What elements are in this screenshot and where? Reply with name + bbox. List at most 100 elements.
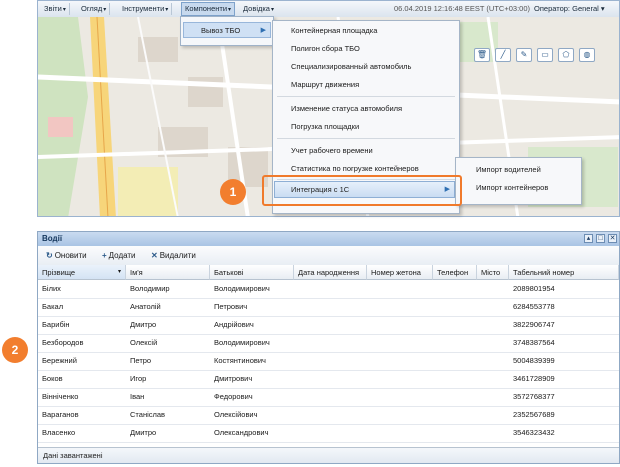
table-row[interactable]: Власенко Дмитро Олександрович 3546323432 xyxy=(38,424,619,443)
cell-employee-id: 3822906747 xyxy=(513,320,555,329)
drivers-titlebar: Водії ▴ □ ✕ xyxy=(38,232,619,247)
refresh-button[interactable]: ↻ Оновити xyxy=(46,250,87,261)
column-header-employee-id[interactable]: Табельний номер xyxy=(509,265,619,280)
column-header-surname[interactable]: Прізвище ▾ xyxy=(38,265,126,280)
table-row[interactable]: Бакал Анатолій Петрович 6284553778 xyxy=(38,298,619,317)
table-row[interactable]: Вараганов Станіслав Олексійович 2352567689 xyxy=(38,406,619,425)
menu-item-route[interactable]: Маршрут движения xyxy=(291,80,359,90)
menu-separator xyxy=(277,138,455,139)
menu-item-container-stats[interactable]: Статистика по погрузке контейнеров xyxy=(291,164,419,174)
close-icon[interactable]: ✕ xyxy=(608,234,617,243)
menu-item-waste-removal[interactable]: Вывоз ТБО ▶ xyxy=(183,22,271,38)
cell-surname: Вінніченко xyxy=(42,392,79,401)
polygon-icon[interactable]: ⬠ xyxy=(558,48,574,62)
cell-surname: Безбородов xyxy=(42,338,84,347)
plus-icon: + xyxy=(102,251,107,260)
column-header-city[interactable]: Місто xyxy=(477,265,509,280)
menu-tools[interactable]: Інструменти▾ xyxy=(119,3,173,15)
cell-name: Игор xyxy=(130,374,147,383)
table-row[interactable]: Барибін Дмитро Андрійович 3822906747 xyxy=(38,316,619,335)
cell-surname: Барибін xyxy=(42,320,70,329)
button-label: Видалити xyxy=(159,251,196,260)
menu-help[interactable]: Довідка▾ xyxy=(240,3,277,15)
cell-surname: Власенко xyxy=(42,428,76,437)
table-row[interactable]: Бережний Петро Костянтинович 5004839399 xyxy=(38,352,619,371)
menu-item-landfill[interactable]: Полигон сбора ТБО xyxy=(291,44,360,54)
add-button[interactable]: + Додати xyxy=(102,250,136,261)
cell-name: Петро xyxy=(130,356,152,365)
cell-patronymic: Андрійович xyxy=(214,320,254,329)
cell-name: Володимир xyxy=(130,284,170,293)
menu-item-import-drivers[interactable]: Импорт водителей xyxy=(476,165,541,175)
menu-item-site-loading[interactable]: Погрузка площадки xyxy=(291,122,359,132)
chevron-down-icon: ▾ xyxy=(103,7,107,13)
cell-surname: Вараганов xyxy=(42,410,79,419)
comment-icon[interactable]: ▭ xyxy=(537,48,553,62)
callout-highlight xyxy=(262,175,462,206)
ruler-icon[interactable]: ╱ xyxy=(495,48,511,62)
chevron-down-icon: ▾ xyxy=(228,7,232,13)
menu-separator xyxy=(277,96,455,97)
menu-view[interactable]: Огляд▾ xyxy=(78,3,111,15)
menu-item-label: Вывоз ТБО xyxy=(201,26,241,35)
table-row[interactable]: Вінніченко Іван Федорович 3572768377 xyxy=(38,388,619,407)
menu-label: Інструменти xyxy=(122,4,165,13)
cell-employee-id: 5004839399 xyxy=(513,356,555,365)
maximize-icon[interactable]: □ xyxy=(596,234,605,243)
menu-item-work-time[interactable]: Учет рабочего времени xyxy=(291,146,373,156)
components-dropdown: Вывоз ТБО ▶ xyxy=(180,16,274,46)
chevron-down-icon: ▾ xyxy=(598,4,605,13)
edit-icon[interactable]: ✎ xyxy=(516,48,532,62)
button-label: Додати xyxy=(108,251,136,260)
column-header-label: Прізвище xyxy=(42,268,76,277)
menu-label: Огляд xyxy=(81,4,103,13)
collapse-icon[interactable]: ▴ xyxy=(584,234,593,243)
cell-name: Дмитро xyxy=(130,320,157,329)
refresh-icon: ↻ xyxy=(46,251,53,260)
column-header-badge-number[interactable]: Номер жетона xyxy=(367,265,433,280)
table-row[interactable]: Білих Володимир Володимирович 2089801954 xyxy=(38,280,619,299)
datetime-display: 06.04.2019 12:16:48 EEST (UTC+03:00) xyxy=(394,4,530,13)
globe-icon[interactable]: ◍ xyxy=(579,48,595,62)
trash-icon[interactable]: 🗑 xyxy=(474,48,490,62)
menu-item-vehicle-status[interactable]: Изменение статуса автомобиля xyxy=(291,104,402,114)
cell-patronymic: Володимирович xyxy=(214,338,270,347)
cell-surname: Боков xyxy=(42,374,63,383)
operator-selector[interactable]: Оператор: General ▾ xyxy=(534,3,605,15)
menu-bar: Звіти▾ Огляд▾ Інструменти▾ Компоненти▾ Д… xyxy=(38,1,619,18)
cell-name: Олексій xyxy=(130,338,158,347)
cell-patronymic: Володимирович xyxy=(214,284,270,293)
cell-patronymic: Петрович xyxy=(214,302,248,311)
operator-label: Оператор: General xyxy=(534,4,599,13)
menu-reports[interactable]: Звіти▾ xyxy=(41,3,70,15)
delete-button[interactable]: ✕ Видалити xyxy=(151,250,196,261)
column-header-patronymic[interactable]: Батькові xyxy=(210,265,294,280)
column-header-birthdate[interactable]: Дата народження xyxy=(294,265,367,280)
menu-label: Довідка xyxy=(243,4,270,13)
drivers-toolbar: ↻ Оновити + Додати ✕ Видалити xyxy=(38,246,619,266)
chevron-down-icon[interactable]: ▾ xyxy=(118,265,121,280)
column-header-phone[interactable]: Телефон xyxy=(433,265,477,280)
cell-employee-id: 3461728909 xyxy=(513,374,555,383)
menu-components[interactable]: Компоненти▾ xyxy=(181,2,236,16)
button-label: Оновити xyxy=(54,251,87,260)
table-row[interactable]: Боков Игор Дмитрович 3461728909 xyxy=(38,370,619,389)
menu-item-special-vehicle[interactable]: Специализированный автомобиль xyxy=(291,62,411,72)
cell-surname: Білих xyxy=(42,284,61,293)
cell-employee-id: 2352567689 xyxy=(513,410,555,419)
drivers-window: Водії ▴ □ ✕ ↻ Оновити + Додати ✕ Видалити П… xyxy=(37,231,620,464)
cell-name: Іван xyxy=(130,392,145,401)
callout-badge-2: 2 xyxy=(2,337,28,363)
cell-name: Станіслав xyxy=(130,410,166,419)
cell-employee-id: 3546323432 xyxy=(513,428,555,437)
column-header-name[interactable]: Ім'я xyxy=(126,265,210,280)
cell-patronymic: Олексійович xyxy=(214,410,258,419)
menu-item-import-containers[interactable]: Импорт контейнеров xyxy=(476,183,548,193)
cell-patronymic: Костянтинович xyxy=(214,356,266,365)
cell-name: Дмитро xyxy=(130,428,157,437)
menu-item-container-site[interactable]: Контейнерная площадка xyxy=(291,26,377,36)
integration-submenu: Импорт водителей Импорт контейнеров xyxy=(455,157,582,205)
chevron-down-icon: ▾ xyxy=(62,7,66,13)
table-row[interactable]: Безбородов Олексій Володимирович 3748387564 xyxy=(38,334,619,353)
cell-patronymic: Олександрович xyxy=(214,428,269,437)
